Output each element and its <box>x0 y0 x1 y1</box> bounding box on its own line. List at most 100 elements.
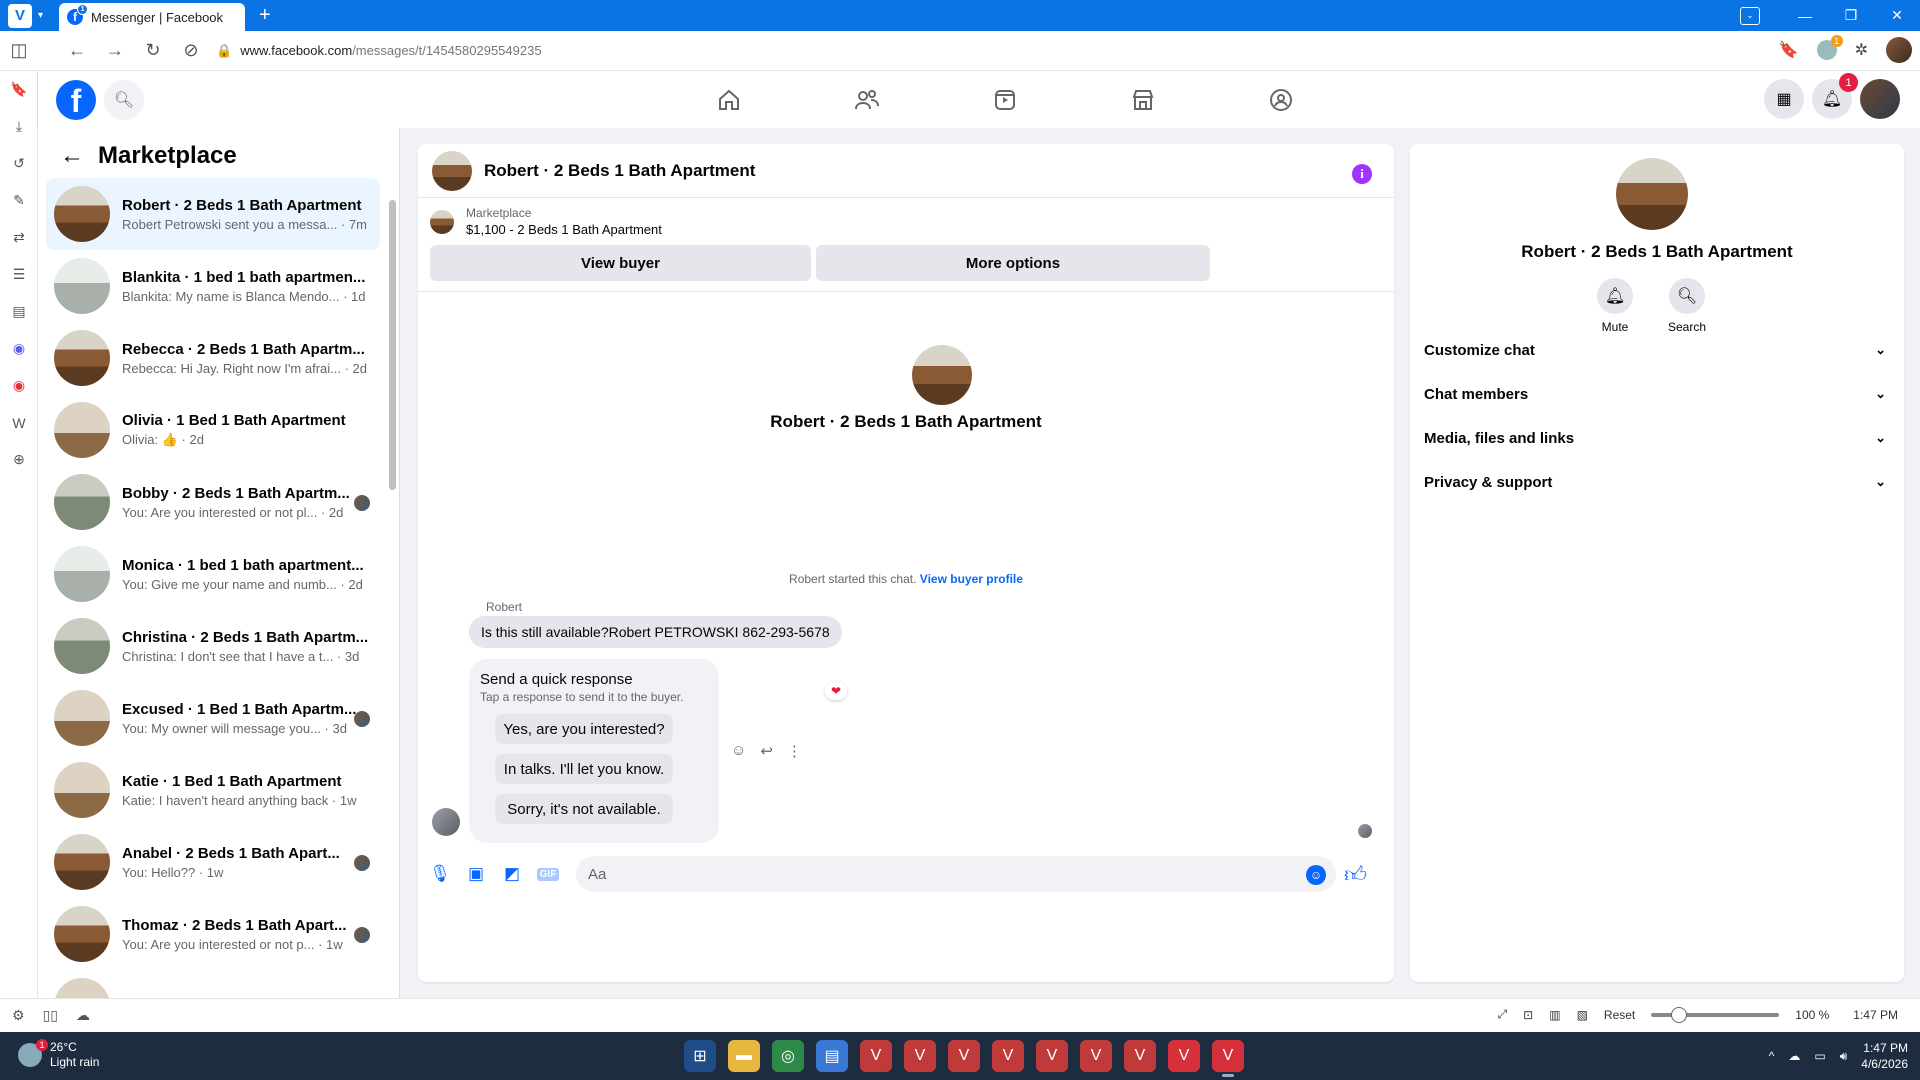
photo-icon[interactable]: ▣ <box>458 856 494 892</box>
network-icon[interactable]: ▭ <box>1814 1049 1825 1063</box>
conversation-item[interactable]: Olivia · 1 Bed 1 Bath Apartment Olivia: 👍… <box>46 394 380 466</box>
friends-icon[interactable] <box>798 71 936 128</box>
facebook-logo[interactable]: f <box>56 79 96 120</box>
reading-list-panel-icon[interactable]: ☰ <box>0 256 38 293</box>
account-avatar[interactable] <box>1860 79 1900 119</box>
url-field[interactable]: 🔒 www.facebook.com/messages/t/1454580295… <box>216 43 542 59</box>
chat-title[interactable]: Robert · 2 Beds 1 Bath Apartment <box>484 161 755 181</box>
chat-avatar[interactable] <box>432 150 472 191</box>
minimize-button[interactable]: — <box>1782 8 1828 24</box>
listing-row[interactable]: Marketplace $1,100 - 2 Beds 1 Bath Apart… <box>430 206 1382 237</box>
notifications-button[interactable]: 🔔︎ 1 <box>1812 73 1858 119</box>
window-panel-icon[interactable]: ▤ <box>0 293 38 330</box>
chat-members-item[interactable]: Chat members ⌄ <box>1424 372 1890 416</box>
zoom-reset-button[interactable]: Reset <box>1604 1008 1635 1022</box>
privacy-support-item[interactable]: Privacy & support ⌄ <box>1424 460 1890 504</box>
page-actions-icon[interactable]: ⤢ <box>1498 1007 1508 1022</box>
vivaldi-app-icon[interactable]: V <box>1080 1040 1112 1072</box>
restore-button[interactable]: ❐ <box>1828 7 1874 24</box>
taskbar-clock[interactable]: 1:47 PM 4/6/2026 <box>1861 1040 1908 1072</box>
back-arrow-icon[interactable]: ← <box>60 142 84 170</box>
vivaldi-app-icon[interactable]: V <box>1036 1040 1068 1072</box>
file-explorer-icon[interactable]: ▬ <box>728 1040 760 1072</box>
vivaldi-app-icon[interactable]: V <box>1212 1040 1244 1077</box>
mute-button[interactable]: 🔔︎ Mute <box>1596 278 1634 334</box>
notes-panel-icon[interactable]: ✎ <box>0 182 38 219</box>
zoom-slider[interactable] <box>1651 1006 1780 1023</box>
close-button[interactable]: ✕ <box>1874 7 1920 24</box>
menu-grid-icon[interactable]: ▦ <box>1764 79 1804 119</box>
capture-icon[interactable]: ⊡ <box>1523 1008 1533 1022</box>
sticker-icon[interactable]: ◩ <box>494 856 530 892</box>
scrollbar-thumb[interactable] <box>389 200 396 490</box>
bookmarks-panel-icon[interactable]: 🔖 <box>0 71 38 108</box>
vivaldi-app-icon[interactable]: V <box>904 1040 936 1072</box>
add-panel-icon[interactable]: ⊕ <box>0 441 38 478</box>
tab-list-icon[interactable]: ⌄ <box>1740 6 1760 25</box>
thumbs-up-icon[interactable]: 👍︎ <box>1344 861 1367 888</box>
gif-icon[interactable]: GIF <box>530 856 566 892</box>
media-files-links-item[interactable]: Media, files and links ⌄ <box>1424 416 1890 460</box>
chrome-icon[interactable]: ◎ <box>772 1040 804 1072</box>
message-input[interactable]: Aa ☺ <box>576 856 1336 892</box>
quick-reply-in-talks[interactable]: In talks. I'll let you know. <box>495 754 673 784</box>
react-icon[interactable]: ☺ <box>731 742 746 760</box>
sync-cloud-icon[interactable]: ☁ <box>76 1007 90 1024</box>
more-options-button[interactable]: More options <box>816 245 1210 281</box>
info-icon[interactable]: i <box>1352 164 1372 184</box>
translate-panel-icon[interactable]: ⇄ <box>0 219 38 256</box>
mastodon-panel-icon[interactable]: ◉ <box>0 330 38 367</box>
conversation-item[interactable]: Robert · 2 Beds 1 Bath Apartment Robert P… <box>46 178 380 250</box>
reload-button[interactable]: ↻ <box>134 40 172 61</box>
conversation-item[interactable]: Travis · 1 Bed 1 Bath Apartment <box>46 970 380 998</box>
vivaldi-app-icon[interactable]: V <box>860 1040 892 1072</box>
more-icon[interactable]: ⋮ <box>787 742 802 760</box>
conversation-item[interactable]: Thomaz · 2 Beds 1 Bath Apart... You: Are … <box>46 898 380 970</box>
onedrive-icon[interactable]: ☁ <box>1788 1049 1800 1063</box>
browser-profile-avatar[interactable] <box>1886 37 1912 63</box>
tracker-shield-icon[interactable]: ⊘ <box>172 40 210 61</box>
home-icon[interactable] <box>660 71 798 128</box>
microphone-icon[interactable]: 🎙︎ <box>422 856 458 892</box>
emoji-icon[interactable]: ☺ <box>1306 865 1326 885</box>
volume-icon[interactable]: 🔊︎ <box>1840 1049 1848 1064</box>
panel-toggle-icon[interactable]: ◫ <box>0 40 38 61</box>
history-panel-icon[interactable]: ↺ <box>0 145 38 182</box>
vivaldi-app-icon[interactable]: V <box>992 1040 1024 1072</box>
conversation-scrollbar[interactable] <box>388 180 396 990</box>
weather-widget[interactable]: 1 26°C Light rain <box>18 1039 99 1070</box>
message-bubble[interactable]: Is this still available?Robert PETROWSKI… <box>469 616 842 648</box>
groups-icon[interactable] <box>1212 71 1350 128</box>
view-buyer-button[interactable]: View buyer <box>430 245 811 281</box>
windows-start-icon[interactable]: ⊞ <box>684 1040 716 1072</box>
new-tab-button[interactable]: + <box>259 4 271 27</box>
reply-icon[interactable]: ↩ <box>760 742 773 760</box>
wikipedia-panel-icon[interactable]: W <box>0 404 38 441</box>
vivaldi-panel-icon[interactable]: ◉ <box>0 367 38 404</box>
settings-icon[interactable]: ⚙ <box>12 1007 25 1024</box>
conversation-item[interactable]: Rebecca · 2 Beds 1 Bath Apartm... Rebecca… <box>46 322 380 394</box>
vivaldi-app-icon[interactable]: V <box>1168 1040 1200 1072</box>
conversation-item[interactable]: Excused · 1 Bed 1 Bath Apartm... You: My … <box>46 682 380 754</box>
conversation-item[interactable]: Christina · 2 Beds 1 Bath Apartm... Chris… <box>46 610 380 682</box>
notepad-icon[interactable]: ▤ <box>816 1040 848 1072</box>
watch-icon[interactable] <box>936 71 1074 128</box>
reader-icon[interactable]: ▥ <box>1549 1008 1560 1022</box>
vivaldi-app-icon[interactable]: V <box>1124 1040 1156 1072</box>
chevron-up-icon[interactable]: ^ <box>1769 1049 1775 1063</box>
extension-icon[interactable]: 1 <box>1816 35 1843 60</box>
browser-tab[interactable]: f1 Messenger | Facebook <box>59 3 246 31</box>
forward-button[interactable]: → <box>96 40 134 61</box>
back-button[interactable]: ← <box>58 40 96 61</box>
vivaldi-menu-button[interactable]: V <box>8 3 32 28</box>
conversation-item[interactable]: Blankita · 1 bed 1 bath apartmen... Blank… <box>46 250 380 322</box>
search-icon[interactable]: 🔍︎ <box>104 79 144 120</box>
view-buyer-profile-link[interactable]: View buyer profile <box>920 572 1023 586</box>
conversation-item[interactable]: Anabel · 2 Beds 1 Bath Apart... You: Hell… <box>46 826 380 898</box>
heart-reaction-icon[interactable]: ❤ <box>825 682 847 700</box>
conversation-item[interactable]: Katie · 1 Bed 1 Bath Apartment Katie: I h… <box>46 754 380 826</box>
customize-chat-item[interactable]: Customize chat ⌄ <box>1424 328 1890 372</box>
vivaldi-app-icon[interactable]: V <box>948 1040 980 1072</box>
quick-reply-interested[interactable]: Yes, are you interested? <box>495 714 673 744</box>
zoom-slider-handle[interactable] <box>1671 1006 1688 1023</box>
